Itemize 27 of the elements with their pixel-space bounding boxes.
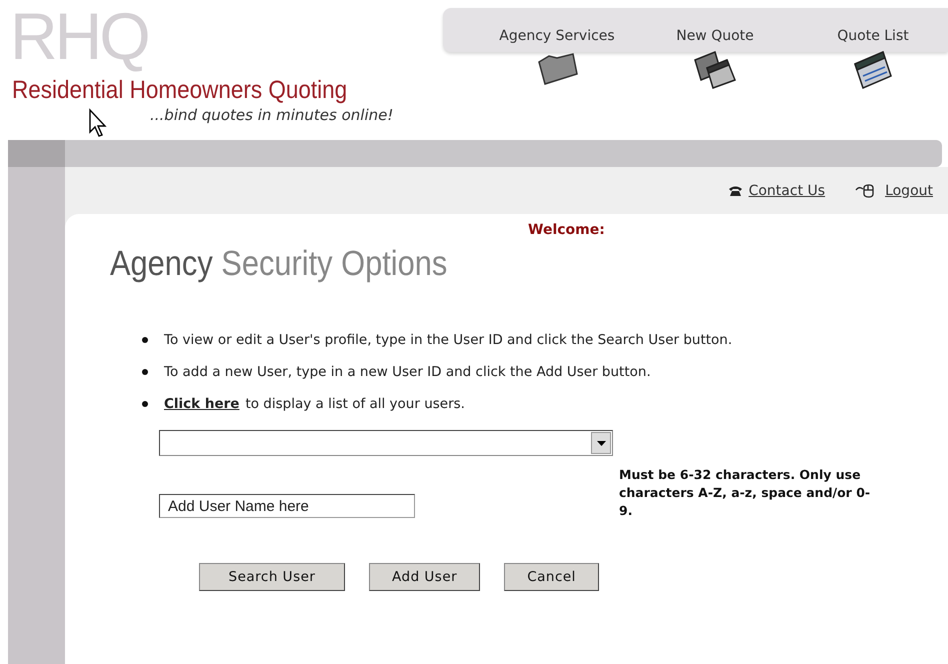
list-users-link[interactable]: Click here xyxy=(164,396,240,412)
instruction-text: Click here to display a list of all your users. xyxy=(164,396,465,412)
form-button[interactable]: Add User xyxy=(369,563,480,591)
bullet-icon xyxy=(142,369,148,375)
folder-icon[interactable] xyxy=(535,50,579,86)
bullet-icon xyxy=(142,337,148,343)
cursor-icon xyxy=(88,108,108,138)
nav-link[interactable]: Agency Services xyxy=(499,28,615,44)
hint-text: Must be 6-32 characters. Only use characters A-Z, a-z, space and/or 0-9. xyxy=(619,466,872,520)
windows-icon[interactable] xyxy=(691,50,739,92)
page-title: Agency Security Options xyxy=(110,244,448,284)
tagline: ...bind quotes in minutes online! xyxy=(150,106,394,124)
instruction-text: To add a new User, type in a new User ID and click the Add User button. xyxy=(164,364,651,380)
header-link[interactable]: Logout xyxy=(855,182,933,198)
nav-link[interactable]: Quote List xyxy=(837,28,909,44)
header-link[interactable]: Contact Us xyxy=(728,182,826,198)
welcome-label: Welcome: xyxy=(528,222,605,238)
nav-link[interactable]: New Quote xyxy=(676,28,754,44)
user-dropdown[interactable] xyxy=(159,430,613,456)
instruction-text: To view or edit a User's profile, type in the User ID and click the Search User button. xyxy=(164,332,732,348)
form-button[interactable]: Search User xyxy=(199,563,345,591)
bullet-icon xyxy=(142,401,148,407)
form-button[interactable]: Cancel xyxy=(504,563,599,591)
site-title: Residential Homeowners Quoting xyxy=(12,76,348,105)
list-icon[interactable] xyxy=(851,50,895,90)
user-name-field[interactable]: Add User Name here xyxy=(159,494,415,518)
phone-icon xyxy=(728,184,743,196)
